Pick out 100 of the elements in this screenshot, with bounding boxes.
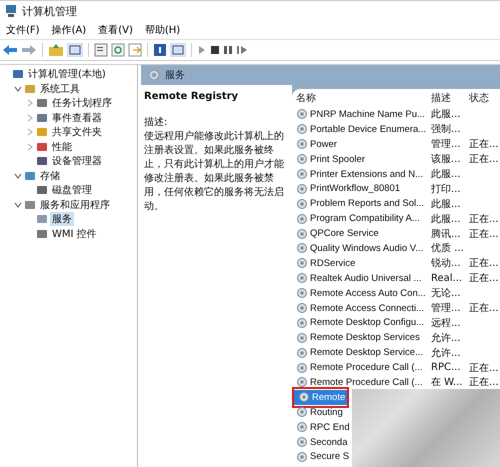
service-name: PrintWorkflow_80801	[310, 183, 400, 194]
tree-item[interactable]: 计算机管理(本地)	[26, 67, 108, 82]
service-name: Remote Desktop Services	[310, 332, 420, 344]
node-icon	[36, 155, 48, 168]
chevron-right-icon[interactable]	[26, 142, 34, 151]
tree-item[interactable]: WMI 控件	[50, 226, 99, 241]
node-icon	[36, 126, 48, 138]
service-name: Print Spooler	[310, 154, 365, 165]
table-cell-text: 强制...	[431, 122, 462, 136]
stop-icon[interactable]	[210, 44, 220, 56]
table-cell-text: 允许...	[431, 332, 462, 345]
service-name: Printer Extensions and N...	[310, 168, 423, 180]
service-row[interactable]: Secure S	[292, 449, 352, 464]
column-header[interactable]: 状态	[469, 91, 500, 105]
menu-item[interactable]: 帮助(H)	[142, 23, 182, 37]
table-cell-text: 在 W...	[431, 376, 464, 390]
window-title: 计算机管理	[22, 4, 77, 18]
column-header[interactable]: 描述	[431, 91, 469, 105]
service-name: Remote Registry	[144, 91, 240, 102]
service-row[interactable]: Realtek Audio Universal ...	[292, 270, 431, 286]
table-cell-text: 正在...	[469, 138, 500, 152]
service-name: Remote Access Connecti...	[310, 302, 424, 314]
service-row[interactable]: Seconda	[292, 434, 350, 450]
service-name: Realtek Audio Universal ...	[310, 272, 422, 284]
service-row[interactable]: Remote Access Auto Con...	[292, 286, 431, 301]
service-row[interactable]: Remote Desktop Configu...	[292, 315, 431, 330]
table-cell-text: 无论...	[431, 287, 462, 300]
folder-icon[interactable]	[48, 43, 64, 57]
service-row[interactable]: PNRP Machine Name Pu...	[292, 106, 431, 122]
service-name: RPC End	[310, 422, 350, 433]
column-header[interactable]: 名称	[292, 91, 431, 105]
service-row[interactable]: Remote Procedure Call (...	[292, 374, 431, 390]
service-row[interactable]: Problem Reports and Sol...	[292, 196, 431, 212]
service-name: Remote Procedure Call (...	[310, 362, 422, 374]
node-icon	[12, 68, 24, 80]
service-row[interactable]: QPCore Service	[292, 226, 431, 242]
resume-icon[interactable]	[236, 44, 248, 56]
service-name: Remote Desktop Service...	[310, 347, 423, 358]
tree-item[interactable]: 系统工具	[38, 82, 82, 96]
tree-item[interactable]: 设备管理器	[50, 154, 104, 168]
chevron-right-icon[interactable]	[26, 128, 34, 136]
back-arrow-icon[interactable]	[2, 43, 18, 57]
service-name: Secure S	[310, 451, 350, 462]
service-row[interactable]: Remote Access Connecti...	[292, 300, 431, 316]
table-cell-text: 锐动...	[431, 257, 462, 270]
menu-item[interactable]: 查看(V)	[96, 23, 135, 37]
service-row[interactable]: Print Spooler	[292, 152, 431, 167]
table-cell-text: 打印...	[431, 182, 462, 196]
forward-arrow-icon[interactable]	[21, 43, 37, 57]
table-cell-text: 正在...	[469, 362, 500, 375]
service-name: PNRP Machine Name Pu...	[310, 108, 425, 120]
service-row[interactable]: Power	[292, 136, 431, 152]
service-row[interactable]: RPC End	[292, 420, 352, 435]
refresh-icon[interactable]	[111, 43, 125, 57]
tree-item[interactable]: 事件查看器	[50, 110, 104, 125]
node-icon	[36, 184, 48, 196]
tree-item[interactable]: 磁盘管理	[50, 183, 94, 198]
service-row[interactable]: Remote	[294, 390, 348, 405]
service-name: Quality Windows Audio V...	[310, 242, 424, 254]
pause-icon[interactable]	[223, 44, 233, 56]
menu-item[interactable]: 文件(F)	[4, 23, 42, 37]
table-cell-text: 正在...	[469, 212, 500, 226]
grid-icon[interactable]	[67, 43, 83, 57]
chevron-right-icon[interactable]	[26, 114, 34, 122]
tree-item[interactable]: 服务	[50, 212, 74, 226]
chevron-right-icon[interactable]	[26, 99, 34, 108]
tree-item[interactable]: 服务和应用程序	[38, 198, 112, 212]
service-row[interactable]: Program Compatibility A...	[292, 211, 431, 226]
table-cell-text: 正在...	[469, 376, 500, 390]
properties-icon[interactable]	[94, 43, 108, 57]
table-cell-text: 正在...	[469, 272, 500, 286]
chevron-down-icon[interactable]	[14, 84, 22, 93]
menu-item[interactable]: 操作(A)	[50, 23, 88, 37]
table-cell-text: Real...	[431, 272, 464, 284]
service-row[interactable]: Quality Windows Audio V...	[292, 240, 431, 256]
tree-item[interactable]: 共享文件夹	[50, 125, 104, 140]
service-row[interactable]: Remote Desktop Service...	[292, 345, 431, 360]
service-row[interactable]: Portable Device Enumera...	[292, 122, 431, 137]
chevron-down-icon[interactable]	[14, 172, 22, 180]
service-row[interactable]: Remote Desktop Services	[292, 330, 431, 346]
node-icon	[24, 82, 36, 95]
node-icon	[36, 228, 48, 240]
service-name: Remote Procedure Call (...	[310, 376, 422, 388]
tree-item[interactable]: 性能	[50, 140, 74, 154]
service-name: RDService	[310, 258, 356, 269]
node-icon	[24, 198, 36, 211]
service-name: Seconda	[310, 436, 348, 448]
node-icon	[36, 213, 48, 226]
service-row[interactable]: RDService	[292, 256, 431, 271]
service-row[interactable]: Remote Procedure Call (...	[292, 360, 431, 376]
service-name: Portable Device Enumera...	[310, 124, 426, 135]
tree-item[interactable]: 存储	[38, 168, 62, 183]
chevron-down-icon[interactable]	[14, 200, 22, 209]
export-icon[interactable]	[128, 43, 142, 57]
service-row[interactable]: Routing	[292, 404, 345, 420]
service-row[interactable]: Printer Extensions and N...	[292, 166, 431, 182]
table-cell-text: 该服...	[431, 152, 462, 166]
grid-icon[interactable]	[170, 43, 186, 57]
service-row[interactable]: PrintWorkflow_80801	[292, 181, 431, 196]
tree-item[interactable]: 任务计划程序	[50, 96, 114, 110]
